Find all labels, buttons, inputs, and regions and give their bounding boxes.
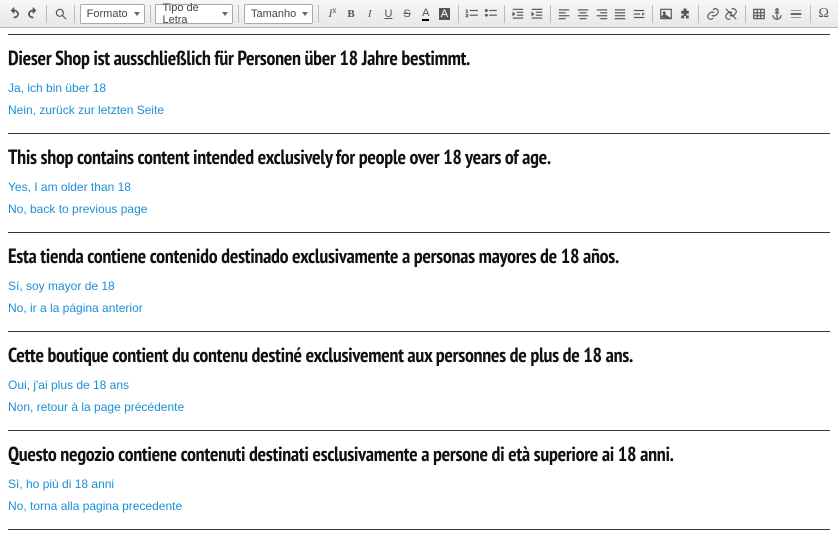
no-link[interactable]: No, torna alla pagina precedente (8, 499, 830, 513)
undo-icon[interactable] (6, 4, 23, 24)
omega-icon[interactable]: Ω (815, 4, 832, 24)
table-icon[interactable] (750, 4, 767, 24)
plugin-icon[interactable] (677, 4, 694, 24)
no-link[interactable]: No, back to previous page (8, 202, 830, 216)
separator (458, 5, 459, 23)
clear-format-icon[interactable]: Ix (324, 4, 341, 24)
underline-icon[interactable]: U (380, 4, 397, 24)
separator (810, 5, 811, 23)
editor-toolbar: Formato Tipo de Letra Tamanho Ix B I U S… (0, 0, 838, 28)
heading: This shop contains content intended excl… (8, 144, 830, 170)
separator (238, 5, 239, 23)
font-label: Tipo de Letra (162, 2, 216, 26)
yes-link[interactable]: Ja, ich bin über 18 (8, 81, 830, 95)
italic-icon[interactable]: I (361, 4, 378, 24)
align-menu-icon[interactable] (631, 4, 648, 24)
align-justify-icon[interactable] (612, 4, 629, 24)
no-link[interactable]: Nein, zurück zur letzten Seite (8, 103, 830, 117)
separator (504, 5, 505, 23)
redo-icon[interactable] (25, 4, 42, 24)
text-color-icon[interactable]: A (417, 4, 434, 24)
link-icon[interactable] (704, 4, 721, 24)
separator (46, 5, 47, 23)
anchor-icon[interactable] (769, 4, 786, 24)
unlink-icon[interactable] (723, 4, 740, 24)
hr-icon[interactable] (788, 4, 805, 24)
format-label: Formato (87, 8, 128, 20)
font-select[interactable]: Tipo de Letra (155, 4, 233, 24)
editor-content[interactable]: Dieser Shop ist ausschließlich für Perso… (0, 28, 838, 538)
strikethrough-icon[interactable]: S (399, 4, 416, 24)
ordered-list-icon[interactable]: 12 (464, 4, 481, 24)
section-fr: Cette boutique contient du contenu desti… (8, 331, 830, 430)
svg-text:2: 2 (466, 12, 469, 17)
yes-link[interactable]: Oui, j'ai plus de 18 ans (8, 378, 830, 392)
heading: Cette boutique contient du contenu desti… (8, 342, 830, 368)
separator (550, 5, 551, 23)
format-select[interactable]: Formato (80, 4, 145, 24)
section-de: Dieser Shop ist ausschließlich für Perso… (8, 34, 830, 133)
heading: Esta tienda contiene contenido destinado… (8, 243, 830, 269)
heading: Dieser Shop ist ausschließlich für Perso… (8, 45, 830, 71)
heading: Questo negozio contiene contenuti destin… (8, 441, 830, 467)
unordered-list-icon[interactable] (482, 4, 499, 24)
separator (74, 5, 75, 23)
align-right-icon[interactable] (593, 4, 610, 24)
indent-icon[interactable] (528, 4, 545, 24)
section-es: Esta tienda contiene contenido destinado… (8, 232, 830, 331)
separator (698, 5, 699, 23)
outdent-icon[interactable] (510, 4, 527, 24)
size-label: Tamanho (251, 8, 296, 20)
no-link[interactable]: No, ir a la página anterior (8, 301, 830, 315)
no-link[interactable]: Non, retour à la page précédente (8, 400, 830, 414)
yes-link[interactable]: Yes, I am older than 18 (8, 180, 830, 194)
separator (652, 5, 653, 23)
align-left-icon[interactable] (556, 4, 573, 24)
separator (150, 5, 151, 23)
size-select[interactable]: Tamanho (244, 4, 313, 24)
image-icon[interactable] (658, 4, 675, 24)
bg-color-icon[interactable]: A (436, 4, 453, 24)
yes-link[interactable]: Sí, soy mayor de 18 (8, 279, 830, 293)
section-en: This shop contains content intended excl… (8, 133, 830, 232)
separator (318, 5, 319, 23)
yes-link[interactable]: Sì, ho più di 18 anni (8, 477, 830, 491)
align-center-icon[interactable] (575, 4, 592, 24)
separator (745, 5, 746, 23)
section-it: Questo negozio contiene contenuti destin… (8, 430, 830, 530)
search-icon[interactable] (52, 4, 69, 24)
bold-icon[interactable]: B (343, 4, 360, 24)
